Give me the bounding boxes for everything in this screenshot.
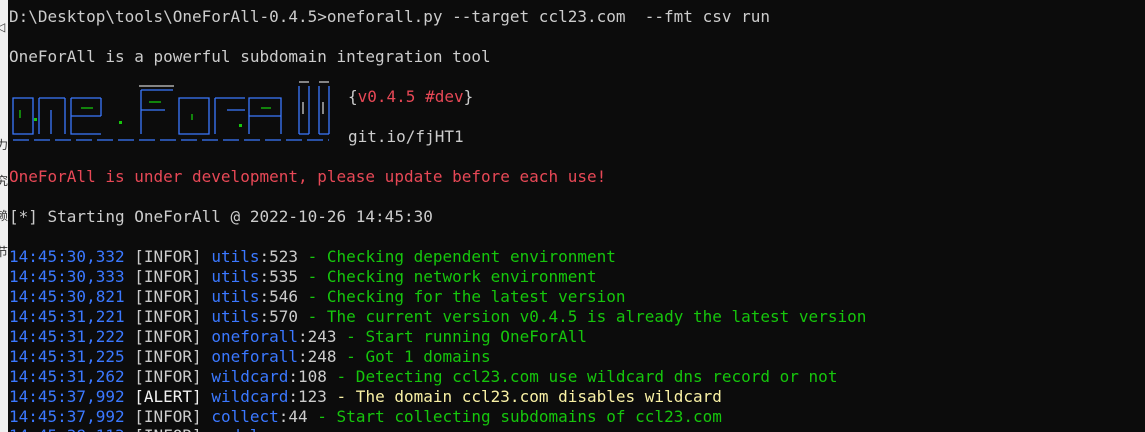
log-line-number: :523 [259, 247, 299, 266]
development-warning: OneForAll is under development, please u… [9, 167, 607, 186]
log-message: - Checking network environment [298, 267, 597, 286]
log-line: 14:45:37,992 [INFOR] collect:44 - Start … [9, 407, 722, 427]
background-window-strip: ◁ 力 究 赖 节 [0, 0, 8, 432]
log-module: wildcard [211, 367, 289, 386]
strip-char: 赖 [0, 209, 8, 223]
intro-text: OneForAll is a powerful subdomain integr… [9, 47, 491, 66]
log-level: [INFOR] [134, 307, 202, 326]
strip-char: 力 [0, 138, 8, 152]
log-line-number: :108 [288, 367, 327, 386]
log-line-number: :546 [259, 287, 299, 306]
log-message: - Checking for the latest version [298, 287, 626, 306]
log-message: - The domain ccl23.com disables wildcard [326, 387, 722, 406]
log-level: [INFOR] [134, 367, 202, 386]
log-module: utils [211, 247, 260, 266]
log-line-number: :243 [298, 327, 337, 346]
log-line: 14:45:31,262 [INFOR] wildcard:108 - Dete… [9, 367, 837, 387]
log-module: wildcard [211, 387, 289, 406]
log-module: oneforall [211, 327, 299, 346]
log-level: [INFOR] [134, 327, 202, 346]
starting-line: [*] Starting OneForAll @ 2022-10-26 14:4… [9, 207, 433, 226]
log-time: 14:45:31,225 [9, 347, 125, 366]
log-line-number: :535 [259, 267, 299, 286]
log-line: 14:45:30,332 [INFOR] utils:523 - Checkin… [9, 247, 616, 267]
log-time: 14:45:31,221 [9, 307, 125, 326]
log-line: 14:45:31,225 [INFOR] oneforall:248 - Got… [9, 347, 491, 367]
log-line-number: :123 [288, 387, 327, 406]
log-time: 14:45:30,821 [9, 287, 125, 306]
log-line: 14:45:31,222 [INFOR] oneforall:243 - Sta… [9, 327, 587, 347]
log-line-clipped: 14:45:38,113 [INFOR] module [9, 426, 269, 432]
version-tag: {v0.4.5 #dev} [348, 87, 474, 106]
log-module: oneforall [211, 347, 299, 366]
strip-char: 究 [0, 174, 8, 188]
log-line: 14:45:30,821 [INFOR] utils:546 - Checkin… [9, 287, 626, 307]
log-line-number: :570 [259, 307, 299, 326]
log-message: - Detecting ccl23.com use wildcard dns r… [326, 367, 838, 386]
command-line: D:\Desktop\tools\OneForAll-0.4.5>onefora… [9, 7, 770, 26]
log-level: [INFOR] [134, 287, 202, 306]
strip-char: 节 [0, 245, 8, 259]
log-module: utils [211, 307, 260, 326]
log-level: [INFOR] [134, 407, 202, 426]
log-message: - The current version v0.4.5 is already … [298, 307, 867, 326]
log-time: 14:45:31,222 [9, 327, 125, 346]
log-time: 14:45:37,992 [9, 407, 125, 426]
log-module: utils [211, 267, 260, 286]
log-module: collect [211, 407, 279, 426]
log-time: 14:45:30,333 [9, 267, 125, 286]
log-level: [INFOR] [134, 247, 202, 266]
log-message: - Start running OneForAll [336, 327, 587, 346]
log-line-number: :44 [278, 407, 308, 426]
log-level: [INFOR] [134, 267, 202, 286]
repo-link[interactable]: git.io/fjHT1 [348, 127, 464, 147]
log-time: 14:45:31,262 [9, 367, 125, 386]
terminal-window[interactable]: D:\Desktop\tools\OneForAll-0.4.5>onefora… [0, 0, 1145, 432]
log-level: [INFOR] [134, 347, 202, 366]
log-message: - Checking dependent environment [298, 247, 616, 266]
log-level: [ALERT] [134, 387, 202, 406]
log-message: - Start collecting subdomains of ccl23.c… [307, 407, 722, 426]
log-line: 14:45:37,992 [ALERT] wildcard:123 - The … [9, 387, 722, 407]
strip-char: ◁ [0, 20, 6, 34]
log-time: 14:45:30,332 [9, 247, 125, 266]
log-line: 14:45:31,221 [INFOR] utils:570 - The cur… [9, 307, 866, 327]
oneforall-logo [12, 81, 330, 141]
log-line: 14:45:30,333 [INFOR] utils:535 - Checkin… [9, 267, 597, 287]
log-module: utils [211, 287, 260, 306]
log-message: - Got 1 domains [336, 347, 491, 366]
log-line-number: :248 [298, 347, 337, 366]
log-time: 14:45:37,992 [9, 387, 125, 406]
